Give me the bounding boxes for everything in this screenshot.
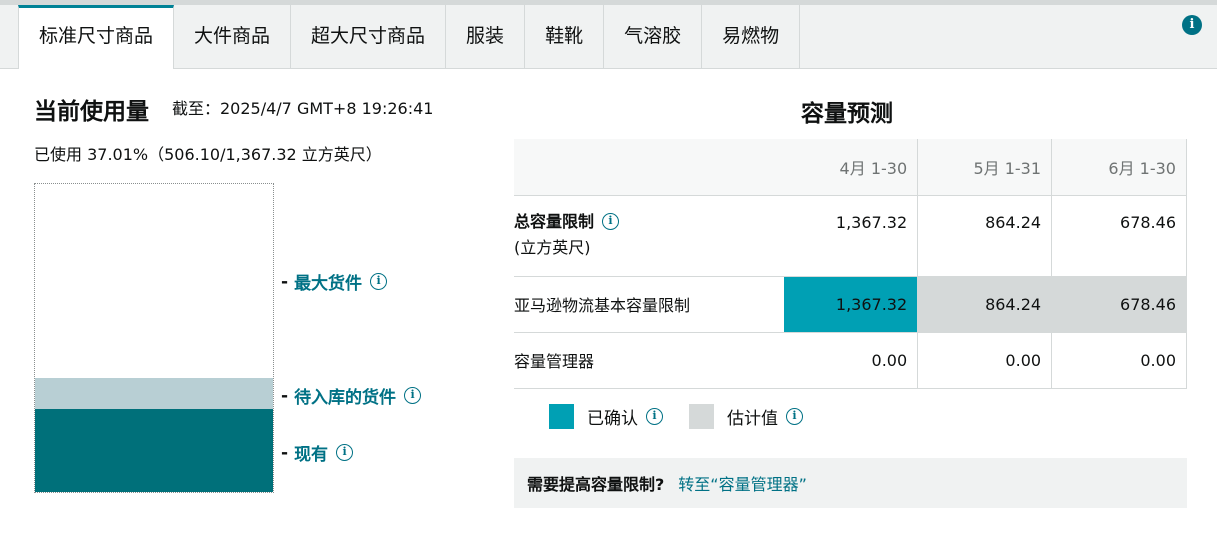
marker-inbound: - 待入库的货件 i xyxy=(281,383,422,408)
amazon-base-june: 678.46 xyxy=(1051,276,1187,333)
tab-large-items[interactable]: 大件商品 xyxy=(174,5,292,69)
total-limit-label-wrap: 总容量限制 i xyxy=(514,209,620,235)
tab-apparel[interactable]: 服装 xyxy=(446,5,526,69)
tab-bar: 标准尺寸商品 大件商品 超大尺寸商品 服装 鞋靴 气溶胶 易燃物 xyxy=(0,5,1217,69)
marker-dash: - xyxy=(281,271,289,292)
usage-used-text: 已使用 37.01%（506.10/1,367.32 立方英尺） xyxy=(34,145,382,164)
tab-oversize[interactable]: 超大尺寸商品 xyxy=(291,5,447,69)
confirmed-swatch xyxy=(549,404,574,429)
on-hand-fill xyxy=(35,408,273,492)
capacity-manager-april: 0.00 xyxy=(783,332,919,389)
total-limit-label: 总容量限制 xyxy=(514,211,595,231)
amazon-base-label: 亚马逊物流基本容量限制 xyxy=(514,276,784,333)
on-hand-label[interactable]: 现有 xyxy=(294,440,328,465)
increase-limit-banner: 需要提高容量限制? 转至“容量管理器” xyxy=(514,458,1187,508)
column-header-may: 5月 1-31 xyxy=(917,139,1053,196)
capacity-manager-june: 0.00 xyxy=(1051,332,1187,389)
forecast-title: 容量预测 xyxy=(801,101,893,127)
info-icon[interactable]: i xyxy=(786,408,803,425)
header-blank xyxy=(514,139,784,196)
legend-confirmed: 已确认 i xyxy=(549,404,663,429)
tab-aerosol[interactable]: 气溶胶 xyxy=(604,5,703,69)
legend-estimated-label: 估计值 xyxy=(727,409,778,429)
amazon-base-april: 1,367.32 xyxy=(783,276,919,333)
info-icon[interactable]: i xyxy=(1182,15,1202,35)
info-icon[interactable]: i xyxy=(404,387,422,404)
capacity-manager-link[interactable]: 转至“容量管理器” xyxy=(678,471,807,495)
total-limit-label-cell: 总容量限制 i (立方英尺) xyxy=(514,195,784,277)
forecast-table: 4月 1-30 5月 1-31 6月 1-30 总容量限制 i (立方英尺) 1… xyxy=(514,139,1187,389)
total-limit-may: 864.24 xyxy=(917,195,1053,277)
inbound-label[interactable]: 待入库的货件 xyxy=(294,383,396,408)
legend-estimated: 估计值 i xyxy=(689,404,803,429)
max-inventory-label[interactable]: 最大货件 xyxy=(294,269,362,294)
amazon-base-may: 864.24 xyxy=(917,276,1053,333)
info-icon[interactable]: i xyxy=(370,273,388,290)
tab-footwear[interactable]: 鞋靴 xyxy=(525,5,605,69)
capacity-manager-label: 容量管理器 xyxy=(514,332,784,389)
legend-confirmed-label: 已确认 xyxy=(587,409,638,429)
table-row-total-limit: 总容量限制 i (立方英尺) 1,367.32 864.24 678.46 xyxy=(514,195,1187,277)
column-header-april: 4月 1-30 xyxy=(783,139,919,196)
table-header-row: 4月 1-30 5月 1-31 6月 1-30 xyxy=(514,139,1187,196)
marker-max-inventory: - 最大货件 i xyxy=(281,269,388,294)
tab-standard-size[interactable]: 标准尺寸商品 xyxy=(18,5,175,69)
usage-timestamp: 截至：2025/4/7 GMT+8 19:26:41 xyxy=(172,99,434,118)
marker-on-hand: - 现有 i xyxy=(281,440,354,465)
estimated-swatch xyxy=(689,404,714,429)
info-icon[interactable]: i xyxy=(602,213,620,230)
table-row-capacity-manager: 容量管理器 0.00 0.00 0.00 xyxy=(514,332,1187,389)
marker-dash: - xyxy=(281,442,289,463)
total-limit-april: 1,367.32 xyxy=(783,195,919,277)
capacity-manager-may: 0.00 xyxy=(917,332,1053,389)
total-limit-unit: (立方英尺) xyxy=(514,237,591,257)
inbound-fill xyxy=(35,378,273,409)
tabs: 标准尺寸商品 大件商品 超大尺寸商品 服装 鞋靴 气溶胶 易燃物 xyxy=(18,5,801,69)
marker-dash: - xyxy=(281,385,289,406)
increase-limit-question: 需要提高容量限制? xyxy=(527,475,665,494)
forecast-legend: 已确认 i 估计值 i xyxy=(549,404,829,429)
tab-flammable[interactable]: 易燃物 xyxy=(702,5,801,69)
usage-bar xyxy=(34,183,274,493)
info-icon[interactable]: i xyxy=(646,408,663,425)
column-header-june: 6月 1-30 xyxy=(1051,139,1187,196)
usage-title: 当前使用量 xyxy=(34,99,149,125)
info-icon[interactable]: i xyxy=(336,444,354,461)
table-row-amazon-base: 亚马逊物流基本容量限制 1,367.32 864.24 678.46 xyxy=(514,276,1187,333)
total-limit-june: 678.46 xyxy=(1051,195,1187,277)
